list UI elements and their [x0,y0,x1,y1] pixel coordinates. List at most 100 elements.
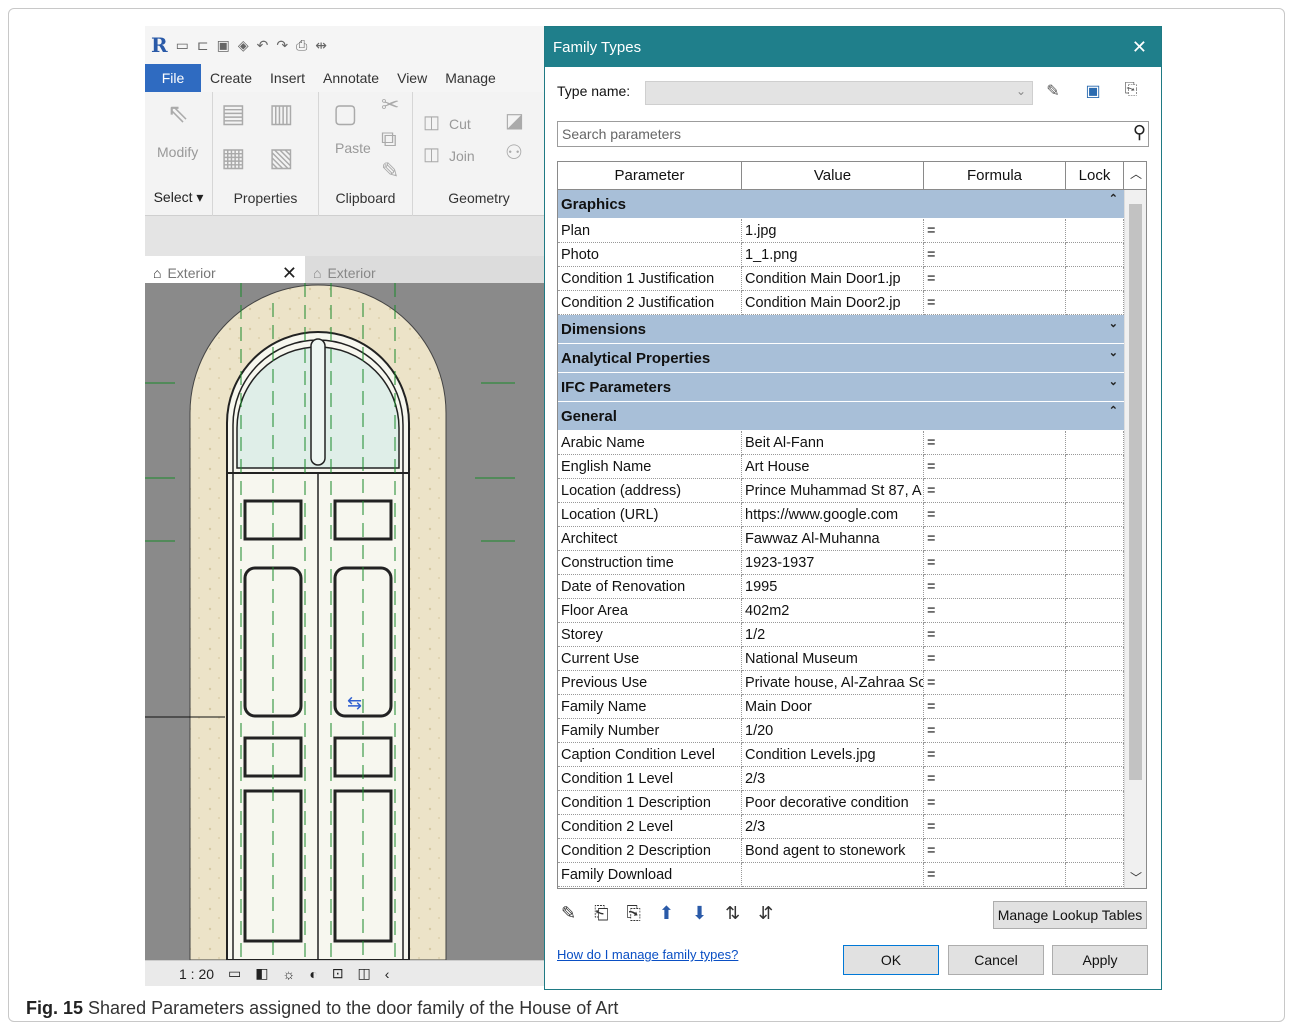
parameter-lock-cell[interactable] [1066,647,1124,671]
redo-icon[interactable]: ↷ [276,37,288,54]
expand-icon[interactable]: ⌄ [1109,317,1118,330]
wall-joins-icon[interactable]: ⚇ [505,140,523,165]
parameter-lock-cell[interactable] [1066,291,1124,315]
parameter-value-cell[interactable]: Condition Levels.jpg [742,743,924,767]
paste-button[interactable]: Paste [335,140,371,156]
parameter-lock-cell[interactable] [1066,791,1124,815]
column-parameter[interactable]: Parameter [558,162,742,189]
scroll-left-icon[interactable]: ‹ [385,966,390,982]
parameter-value-cell[interactable]: Fawwaz Al-Muhanna [742,527,924,551]
edit-parameter-icon[interactable]: ✎ [561,903,576,924]
parameter-formula-cell[interactable]: = [924,575,1066,599]
parameter-formula-cell[interactable]: = [924,267,1066,291]
parameter-value-cell[interactable]: Art House [742,455,924,479]
collapse-icon[interactable]: ⌃ [1109,192,1118,205]
parameter-lock-cell[interactable] [1066,431,1124,455]
folder-icon[interactable]: ⊏ [197,37,209,54]
parameter-value-cell[interactable]: 402m2 [742,599,924,623]
parameter-lock-cell[interactable] [1066,503,1124,527]
delete-type-icon[interactable]: ⎘ [1119,81,1143,105]
parameter-value-cell[interactable]: Bond agent to stonework [742,839,924,863]
parameter-lock-cell[interactable] [1066,671,1124,695]
grid-scrollbar[interactable]: ︿ ﹀ [1124,167,1146,888]
type-properties-icon[interactable]: ▤ [221,98,246,129]
cut-icon[interactable]: ✂ [381,92,399,118]
parameter-lock-cell[interactable] [1066,243,1124,267]
tab-create[interactable]: Create [201,64,261,92]
parameter-lock-cell[interactable] [1066,623,1124,647]
tab-view[interactable]: View [388,64,436,92]
parameter-lock-cell[interactable] [1066,719,1124,743]
help-link[interactable]: How do I manage family types? [557,947,738,962]
sort-ascending-icon[interactable]: ⇅ [725,903,740,924]
parameter-value-cell[interactable]: 1_1.png [742,243,924,267]
search-parameters-input[interactable]: Search parameters ⚲ [557,121,1149,147]
parameter-lock-cell[interactable] [1066,267,1124,291]
family-category-icon[interactable]: ▧ [269,142,294,173]
parameter-value-cell[interactable] [742,863,924,887]
undo-icon[interactable]: ↶ [257,37,269,54]
apply-button[interactable]: Apply [1052,945,1148,975]
parameter-value-cell[interactable]: 1923-1937 [742,551,924,575]
parameter-value-cell[interactable]: https://www.google.com [742,503,924,527]
chevron-down-icon[interactable]: ﹀ [1130,869,1142,886]
parameter-lock-cell[interactable] [1066,455,1124,479]
paste-icon[interactable]: ▢ [333,98,358,129]
modify-button[interactable]: Modify [157,144,198,160]
detail-level-icon[interactable]: ▭ [228,965,241,982]
collapse-icon[interactable]: ⌃ [1109,404,1118,417]
column-formula[interactable]: Formula [924,162,1066,189]
family-types-icon[interactable]: ▥ [269,98,294,129]
drawing-canvas[interactable]: ⇆ [145,283,545,986]
parameter-formula-cell[interactable]: = [924,527,1066,551]
parameter-value-cell[interactable]: 1/20 [742,719,924,743]
sync-icon[interactable]: ◈ [238,37,249,54]
parameter-formula-cell[interactable]: = [924,839,1066,863]
parameter-value-cell[interactable]: Condition Main Door1.jp [742,267,924,291]
tab-file[interactable]: File [145,64,201,92]
parameter-value-cell[interactable]: Condition Main Door2.jp [742,291,924,315]
close-icon[interactable]: ✕ [1132,37,1147,58]
parameter-value-cell[interactable]: 2/3 [742,815,924,839]
parameter-lock-cell[interactable] [1066,219,1124,243]
parameter-formula-cell[interactable]: = [924,719,1066,743]
parameter-formula-cell[interactable]: = [924,551,1066,575]
parameter-formula-cell[interactable]: = [924,767,1066,791]
parameter-value-cell[interactable]: 1995 [742,575,924,599]
expand-icon[interactable]: ⌄ [1109,346,1118,359]
close-icon[interactable]: ✕ [282,263,297,284]
select-dropdown[interactable]: Select ▾ [145,189,212,206]
open-icon[interactable]: ▭ [176,37,189,54]
parameter-formula-cell[interactable]: = [924,291,1066,315]
match-properties-icon[interactable]: ✎ [381,158,399,184]
cancel-button[interactable]: Cancel [948,945,1044,975]
parameter-lock-cell[interactable] [1066,527,1124,551]
parameter-value-cell[interactable]: Beit Al-Fann [742,431,924,455]
properties-icon[interactable]: ▦ [221,142,246,173]
measure-icon[interactable]: ⇹ [315,37,327,54]
parameter-lock-cell[interactable] [1066,815,1124,839]
parameter-lock-cell[interactable] [1066,599,1124,623]
parameter-value-cell[interactable]: 1.jpg [742,219,924,243]
split-face-icon[interactable]: ◪ [505,108,524,133]
parameter-lock-cell[interactable] [1066,695,1124,719]
move-up-icon[interactable]: ⬆ [659,903,674,924]
parameter-formula-cell[interactable]: = [924,743,1066,767]
group-header[interactable]: Graphics ⌃ [558,190,1124,219]
parameter-formula-cell[interactable]: = [924,503,1066,527]
cut-geometry-icon[interactable]: ◫ [423,112,440,133]
parameter-formula-cell[interactable]: = [924,243,1066,267]
new-type-icon[interactable]: ✎ [1041,81,1065,105]
type-name-dropdown[interactable]: ⌄ [645,81,1033,105]
new-parameter-icon[interactable]: ⎗ [594,903,608,924]
group-header[interactable]: Dimensions ⌄ [558,315,1124,344]
rename-type-icon[interactable]: ▣ [1081,81,1105,105]
parameter-lock-cell[interactable] [1066,743,1124,767]
search-icon[interactable]: ⚲ [1133,122,1146,143]
chevron-up-icon[interactable]: ︿ [1130,165,1142,182]
temporary-hide-icon[interactable]: ◫ [358,965,371,982]
parameter-value-cell[interactable]: Private house, Al-Zahraa Sc [742,671,924,695]
group-header[interactable]: IFC Parameters ⌄ [558,373,1124,402]
column-lock[interactable]: Lock [1066,162,1124,189]
parameter-formula-cell[interactable]: = [924,815,1066,839]
